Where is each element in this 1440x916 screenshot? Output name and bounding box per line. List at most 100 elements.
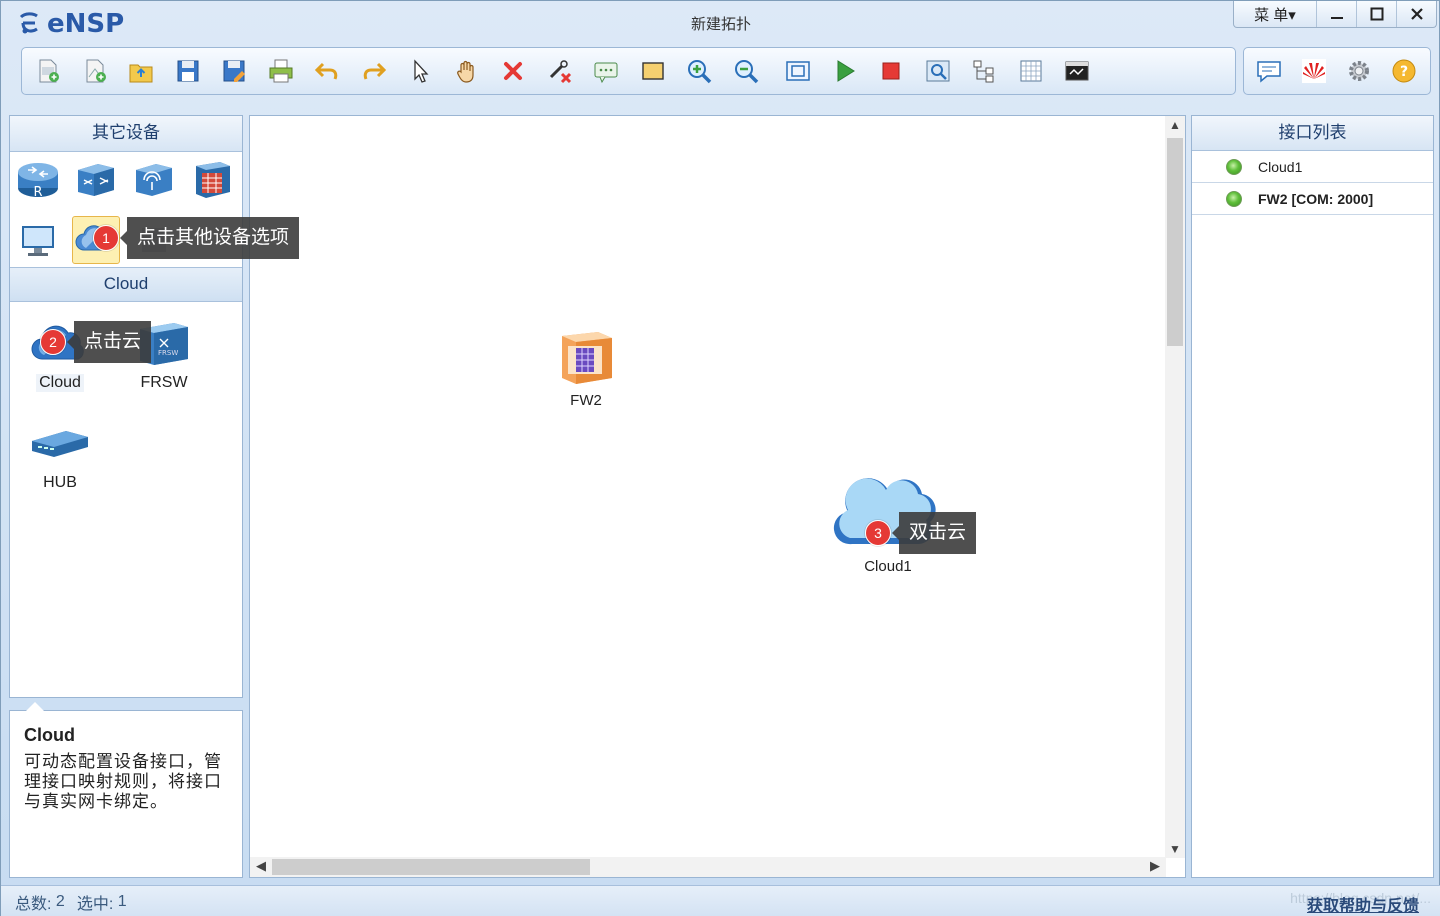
device-label: HUB [43, 474, 77, 491]
close-icon [1410, 8, 1423, 20]
delete-links-button[interactable] [540, 53, 580, 89]
scroll-up-arrow-icon[interactable]: ▲ [1165, 118, 1185, 132]
zoom-in-icon [688, 60, 712, 84]
zoom-in-button[interactable] [679, 53, 719, 89]
undo-button[interactable] [307, 53, 347, 89]
ensp-window: eNSP 新建拓扑 菜 单▾ ? 其它设备 R Cloud Cloud FRSW… [0, 0, 1440, 916]
secondary-toolbar: ? [1243, 47, 1431, 95]
text-note-icon [594, 62, 618, 84]
node-fw2[interactable]: FW2 [546, 328, 626, 409]
menu-button[interactable]: 菜 单▾ [1234, 1, 1316, 27]
capture-icon [926, 60, 949, 82]
callout-text: 双击云 [891, 512, 977, 554]
settings-button[interactable] [1340, 53, 1379, 89]
maximize-button[interactable] [1356, 1, 1396, 27]
status-bar: 总数: 2 选中: 1 https://blog.csdn.net/... 获取… [1, 885, 1440, 916]
open-button[interactable] [121, 53, 161, 89]
help-feedback-link[interactable]: 获取帮助与反馈 [1307, 892, 1419, 916]
help-button[interactable]: ? [1385, 53, 1424, 89]
close-button[interactable] [1396, 1, 1436, 27]
category-firewall[interactable] [188, 156, 236, 204]
open-icon [129, 64, 153, 83]
save-icon [177, 60, 198, 82]
select-button[interactable] [400, 53, 440, 89]
delete-icon [504, 62, 522, 80]
device-panel: 其它设备 R Cloud Cloud FRSW FRSW HUB [9, 115, 243, 698]
status-up-icon [1226, 191, 1242, 207]
text-note-button[interactable] [586, 53, 626, 89]
scroll-down-arrow-icon[interactable]: ▼ [1165, 842, 1185, 856]
fit-button[interactable] [778, 53, 818, 89]
print-icon [269, 59, 292, 83]
interface-label: FW2 [COM: 2000] [1258, 190, 1374, 207]
minimize-button[interactable] [1316, 1, 1356, 27]
horizontal-scrollbar[interactable]: ◀ ▶ [250, 857, 1166, 877]
device-subcategory-header: Cloud [10, 268, 242, 302]
firewall-node-icon [562, 332, 612, 384]
topology-canvas[interactable]: FW2 Cloud1 ▲ ▼ ◀ ▶ [249, 115, 1186, 878]
status-up-icon [1226, 159, 1242, 175]
vertical-scroll-thumb[interactable] [1167, 138, 1183, 346]
window-controls: 菜 单▾ [1233, 1, 1437, 28]
zoom-out-button[interactable] [726, 53, 766, 89]
scroll-right-arrow-icon[interactable]: ▶ [1150, 858, 1160, 874]
huawei-button[interactable] [1295, 53, 1334, 89]
rectangle-button[interactable] [633, 53, 673, 89]
interface-label: Cloud1 [1258, 158, 1303, 175]
category-wireless[interactable] [130, 156, 178, 204]
device-label: Cloud [36, 374, 84, 392]
capture-button[interactable] [918, 53, 958, 89]
chat-icon [1257, 61, 1281, 83]
minimize-icon [1330, 17, 1343, 19]
callout-1: 1 点击其他设备选项 [93, 217, 300, 259]
grid-button[interactable] [1011, 53, 1051, 89]
callout-number: 1 [93, 225, 119, 251]
callout-3: 3 双击云 [865, 512, 977, 554]
scroll-left-arrow-icon[interactable]: ◀ [256, 858, 266, 874]
device-description-panel: Cloud 可动态配置设备接口，管理接口映射规则，将接口与真实网卡绑定。 [9, 702, 243, 878]
fit-window-icon [786, 61, 810, 81]
new-topology-button[interactable] [28, 53, 68, 89]
zoom-out-icon [734, 60, 758, 84]
interface-list-panel: 接口列表 Cloud1 FW2 [COM: 2000] [1191, 115, 1434, 878]
horizontal-scroll-thumb[interactable] [272, 859, 590, 875]
redo-button[interactable] [354, 53, 394, 89]
description-text: 可动态配置设备接口，管理接口映射规则，将接口与真实网卡绑定。 [24, 752, 222, 811]
save-button[interactable] [168, 53, 208, 89]
callout-number: 3 [865, 520, 891, 546]
new-topology-icon [39, 59, 59, 83]
maximize-icon [1370, 7, 1383, 21]
new-example-button[interactable] [75, 53, 115, 89]
print-button[interactable] [261, 53, 301, 89]
total-count: 2 [55, 892, 65, 910]
category-switch[interactable] [72, 156, 120, 204]
category-router[interactable]: R [14, 156, 62, 204]
hub-icon [32, 431, 88, 457]
tree-icon [973, 60, 994, 83]
device-hub[interactable]: HUB [15, 412, 105, 492]
callout-text: 点击其他设备选项 [119, 217, 300, 259]
console-button[interactable] [1057, 53, 1097, 89]
title-bar: eNSP 新建拓扑 菜 单▾ [1, 1, 1440, 43]
save-as-button[interactable] [214, 53, 254, 89]
undo-icon [314, 62, 338, 80]
category-pc[interactable] [14, 216, 62, 264]
callout-number: 2 [40, 329, 66, 355]
pan-button[interactable] [447, 53, 487, 89]
wireless-icon [136, 164, 172, 196]
node-label: FW2 [570, 392, 602, 409]
interface-item[interactable]: Cloud1 [1192, 151, 1433, 183]
stop-device-button[interactable] [871, 53, 911, 89]
svg-text:FRSW: FRSW [158, 349, 178, 357]
delete-button[interactable] [493, 53, 533, 89]
firewall-icon [196, 162, 230, 198]
description-title: Cloud [24, 725, 75, 745]
start-device-button[interactable] [825, 53, 865, 89]
callout-text: 点击云 [66, 321, 152, 363]
delete-links-icon [549, 60, 571, 84]
interface-item[interactable]: FW2 [COM: 2000] [1192, 183, 1433, 215]
topology-tree-button[interactable] [964, 53, 1004, 89]
chat-button[interactable] [1250, 53, 1289, 89]
stop-icon [882, 62, 900, 80]
vertical-scrollbar[interactable]: ▲ ▼ [1165, 116, 1185, 858]
